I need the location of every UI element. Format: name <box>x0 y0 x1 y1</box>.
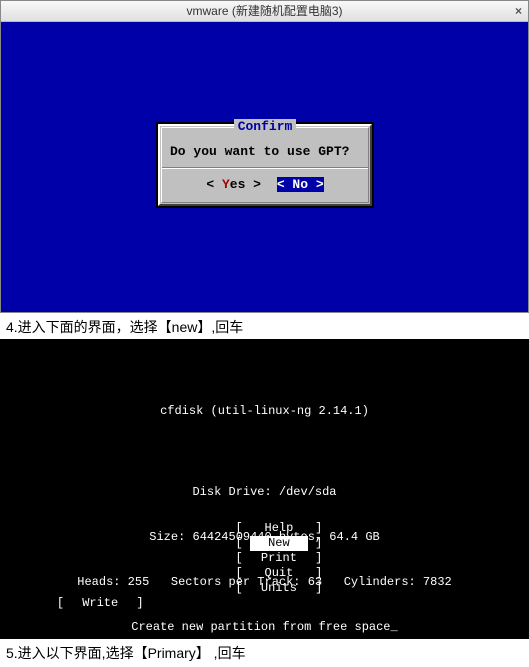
window-close-button[interactable]: × <box>515 1 522 21</box>
cfdisk-title: cfdisk (util-linux-ng 2.14.1) <box>0 404 529 419</box>
vmware-window: vmware (新建随机配置电脑3) × Confirm Do you want… <box>0 0 529 313</box>
new-button[interactable]: [ New ] <box>236 536 323 551</box>
cfdisk-terminal: cfdisk (util-linux-ng 2.14.1) Disk Drive… <box>0 339 529 639</box>
dialog-button-row: < Yes > < No > <box>168 175 362 194</box>
dialog-message: Do you want to use GPT? <box>168 140 362 167</box>
help-button[interactable]: [ Help ] <box>236 521 323 536</box>
installer-bluescreen: Confirm Do you want to use GPT? < Yes > … <box>1 22 528 312</box>
window-title: vmware (新建随机配置电脑3) <box>186 4 342 18</box>
step4-caption: 4.进入下面的界面，选择【new】,回车 <box>0 313 529 339</box>
step5-caption: 5.进入以下界面,选择【Primary】 ,回车 <box>0 639 529 665</box>
dialog-no-button[interactable]: < No > <box>277 177 324 192</box>
cfdisk-drive-line: Disk Drive: /dev/sda <box>0 485 529 500</box>
dialog-separator <box>162 167 368 169</box>
dialog-title: Confirm <box>168 119 362 134</box>
cfdisk-hint: Create new partition from free space_ <box>0 620 529 635</box>
quit-button[interactable]: [ Quit ] <box>236 566 323 581</box>
window-titlebar: vmware (新建随机配置电脑3) × <box>1 1 528 22</box>
print-button[interactable]: [ Print ] <box>236 551 323 566</box>
confirm-dialog: Confirm Do you want to use GPT? < Yes > … <box>156 122 374 208</box>
dialog-yes-button[interactable]: < Yes > <box>206 177 261 192</box>
write-button[interactable]: [ Write ] <box>57 596 144 611</box>
